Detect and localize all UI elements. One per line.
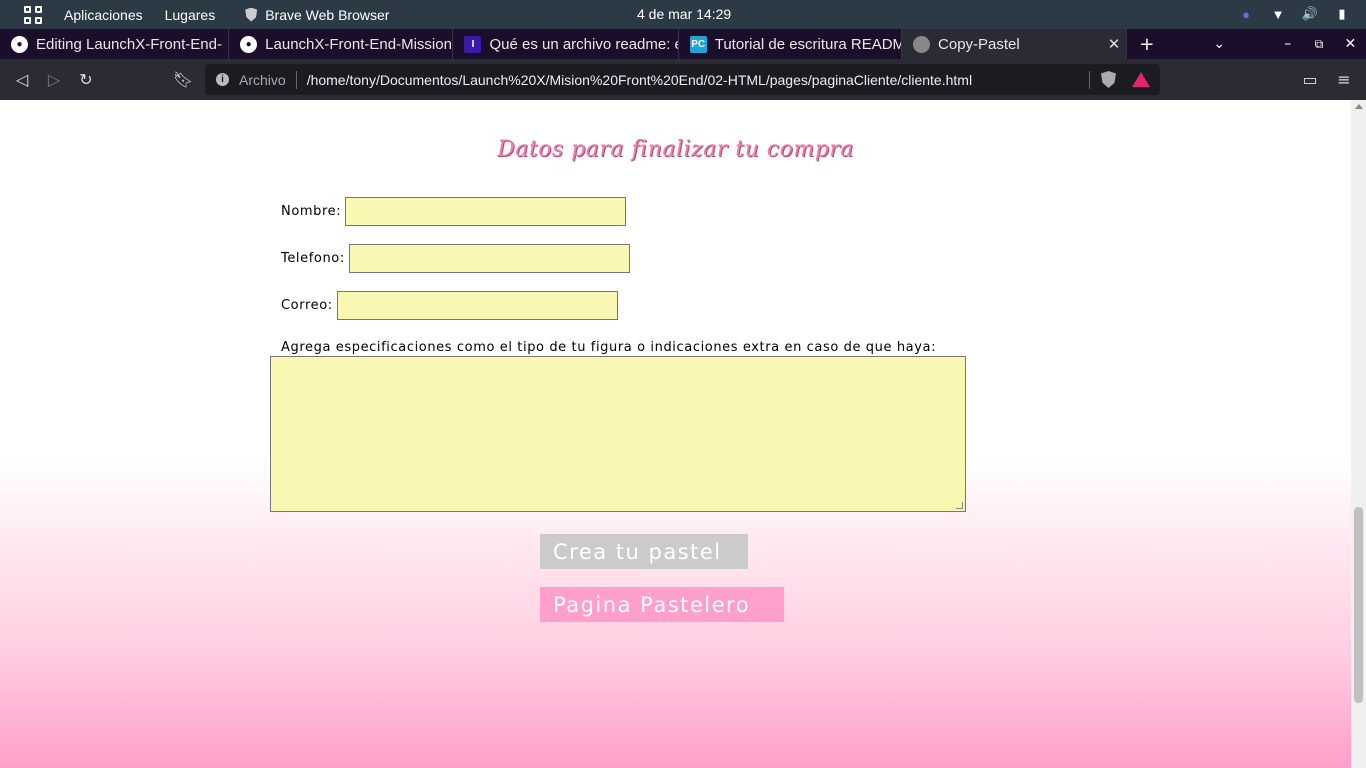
resize-handle-icon[interactable]	[956, 502, 963, 509]
active-app-label: Brave Web Browser	[265, 6, 390, 23]
tab-bar: ● Editing LaunchX-Front-End- ● LaunchX-F…	[0, 29, 1366, 59]
forward-icon[interactable]: ▷	[38, 64, 70, 96]
new-tab-button[interactable]: +	[1127, 29, 1166, 59]
tab-title: Tutorial de escritura README	[714, 35, 903, 53]
create-cake-button[interactable]: Crea tu pastel	[540, 534, 748, 569]
notes-textarea[interactable]	[270, 356, 966, 512]
apps-grid-icon[interactable]	[24, 5, 42, 24]
url-scheme: Archivo	[239, 71, 286, 88]
tab-title: Editing LaunchX-Front-End-	[36, 35, 222, 53]
scroll-thumb[interactable]	[1354, 507, 1363, 703]
system-tray[interactable]: ● ▼ 🔊 ▮	[1238, 6, 1350, 22]
tab-editing-launchx[interactable]: ● Editing LaunchX-Front-End-	[0, 29, 230, 59]
wallet-icon[interactable]: ▭	[1294, 64, 1326, 96]
vertical-scrollbar[interactable]	[1351, 100, 1366, 768]
name-label: Nombre:	[281, 204, 342, 219]
globe-icon	[913, 35, 931, 53]
back-icon[interactable]: ◁	[6, 64, 38, 96]
phone-input[interactable]	[348, 244, 630, 273]
form-title: Datos para finalizar tu compra	[497, 137, 854, 162]
phone-row: Telefono:	[281, 244, 630, 273]
bookmark-icon[interactable]: 🔖︎	[167, 64, 199, 96]
active-app-menu[interactable]: Brave Web Browser	[245, 7, 389, 23]
tab-launchx-mission[interactable]: ● LaunchX-Front-End-Mission	[229, 29, 454, 59]
clock[interactable]: 4 de mar 14:29	[637, 6, 731, 22]
volume-icon: 🔊	[1301, 6, 1319, 21]
tab-search-chevron-icon[interactable]: ⌄	[1166, 29, 1272, 59]
email-input[interactable]	[336, 291, 618, 320]
restore-button[interactable]: ⧉	[1303, 29, 1334, 59]
name-row: Nombre:	[281, 197, 627, 226]
tab-readme-tutorial[interactable]: PC Tutorial de escritura README	[679, 29, 903, 59]
github-icon: ●	[240, 35, 258, 53]
url-separator	[295, 70, 297, 89]
brave-rewards-icon[interactable]	[1132, 72, 1150, 87]
system-top-bar: Aplicaciones Lugares Brave Web Browser 4…	[0, 0, 1366, 29]
close-window-button[interactable]: ✕	[1335, 29, 1366, 59]
tab-copy-pastel[interactable]: Copy-Pastel ✕	[902, 29, 1128, 59]
email-row: Correo:	[281, 291, 618, 320]
baker-page-button[interactable]: Pagina Pastelero	[540, 587, 784, 622]
menu-icon[interactable]: ≡	[1328, 64, 1360, 96]
email-label: Correo:	[281, 298, 333, 313]
navigation-bar: ◁ ▷ ↻ 🔖︎ i Archivo /home/tony/Documentos…	[0, 59, 1366, 100]
url-divider	[1089, 70, 1090, 89]
github-icon: ●	[11, 35, 28, 53]
scroll-up-icon[interactable]	[1355, 104, 1363, 109]
tab-title: LaunchX-Front-End-Mission	[265, 35, 452, 53]
reload-icon[interactable]: ↻	[70, 64, 102, 96]
teams-icon[interactable]: ●	[1238, 6, 1254, 22]
applications-menu[interactable]: Aplicaciones	[64, 7, 143, 23]
phone-label: Telefono:	[281, 251, 345, 266]
tab-title: Qué es un archivo readme: ex	[489, 35, 679, 53]
battery-icon: ▮	[1338, 6, 1346, 21]
brave-shield-icon[interactable]	[1101, 71, 1116, 88]
tab-readme-article[interactable]: I Qué es un archivo readme: ex	[453, 29, 679, 59]
page-content: Datos para finalizar tu compra Nombre: T…	[0, 100, 1351, 768]
address-bar[interactable]: i Archivo /home/tony/Documentos/Launch%2…	[205, 64, 1160, 95]
name-input[interactable]	[345, 197, 627, 226]
pycharm-icon: PC	[689, 35, 707, 53]
close-tab-icon[interactable]: ✕	[1108, 35, 1121, 53]
url-text[interactable]: /home/tony/Documentos/Launch%20X/Mision%…	[307, 72, 972, 88]
indeed-icon: I	[464, 35, 482, 53]
places-menu[interactable]: Lugares	[165, 7, 216, 23]
info-icon[interactable]: i	[216, 73, 229, 86]
notes-label: Agrega especificaciones como el tipo de …	[281, 340, 937, 355]
wifi-icon: ▼	[1271, 6, 1285, 22]
brave-icon	[245, 7, 258, 22]
tab-title: Copy-Pastel	[938, 35, 1020, 53]
minimize-button[interactable]: –	[1272, 29, 1303, 59]
